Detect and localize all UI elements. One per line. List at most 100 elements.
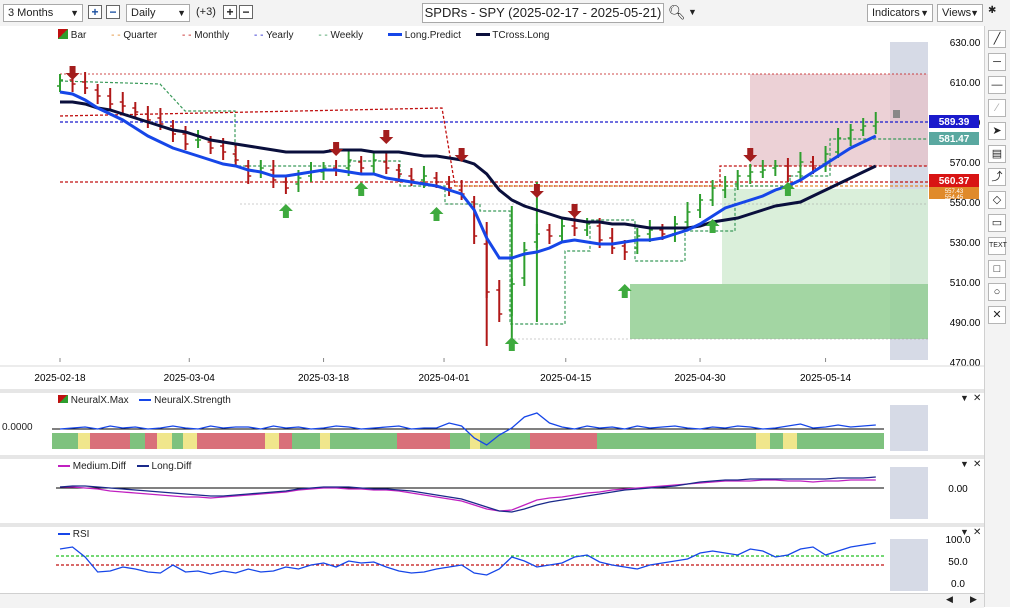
legend-long-predict[interactable]: Long.Predict: [405, 30, 461, 41]
date-axis-label: 2025-04-01: [418, 373, 470, 384]
legend-long-diff[interactable]: Long.Diff: [152, 461, 192, 472]
text-tool-icon[interactable]: TEXT: [988, 237, 1007, 255]
neuralx-segment: [265, 433, 279, 449]
symbol-title[interactable]: SPDRs - SPY (2025-02-17 - 2025-05-21): [422, 3, 664, 23]
search-icon[interactable]: 🔍︎: [668, 4, 686, 21]
interval-select[interactable]: Daily ▼: [126, 4, 190, 22]
zoom-out-button[interactable]: −: [106, 5, 120, 19]
price-axis-label: 610.00: [950, 78, 981, 89]
neuralx-segment: [197, 433, 265, 449]
legend-rsi[interactable]: RSI: [73, 529, 90, 540]
neuralx-segment: [770, 433, 783, 449]
channel-tool-icon[interactable]: ⁄: [988, 99, 1006, 117]
callout-tool-icon[interactable]: ▭: [988, 214, 1006, 232]
offset-label: (+3): [196, 6, 216, 18]
chevron-down-icon[interactable]: ▼: [688, 7, 697, 17]
legend-yearly[interactable]: Yearly: [266, 30, 293, 41]
zoom-in-button[interactable]: +: [88, 5, 102, 19]
diff-pane[interactable]: 0.00 Medium.Diff Long.Diff ▼ ✕: [0, 459, 984, 523]
legend-quarter[interactable]: Quarter: [123, 30, 157, 41]
neuralx-segment: [797, 433, 884, 449]
price-axis: 630.00610.00590.00570.00550.00530.00510.…: [950, 38, 981, 369]
neuralx-segment: [597, 433, 635, 449]
neuralx-segment: [783, 433, 797, 449]
neuralx-segment: [279, 433, 292, 449]
pane-close-icon[interactable]: ✕: [973, 527, 981, 538]
legend-neuralx-strength[interactable]: NeuralX.Strength: [154, 395, 231, 406]
rectangle-tool-icon[interactable]: □: [988, 260, 1006, 278]
pin-icon[interactable]: ✱: [988, 5, 996, 16]
period-select[interactable]: 3 Months ▼: [3, 4, 83, 22]
legend-weekly[interactable]: Weekly: [331, 30, 364, 41]
offset-minus-button[interactable]: −: [239, 5, 253, 19]
views-button[interactable]: Views ▼: [937, 4, 983, 22]
neuralx-segment: [90, 433, 130, 449]
clear-drawings-icon[interactable]: ✕: [988, 306, 1006, 324]
legend-monthly[interactable]: Monthly: [194, 30, 229, 41]
price-axis-label: 510.00: [950, 278, 981, 289]
neuralx-segment: [183, 433, 197, 449]
buy-signal-arrow: [354, 182, 369, 196]
legend-tcross-long[interactable]: TCross.Long: [492, 30, 549, 41]
fib-tool-icon[interactable]: ▤: [988, 145, 1006, 163]
line-tool-icon[interactable]: ╱: [988, 30, 1006, 48]
rsi-pane[interactable]: 100.0 50.0 0.0 RSI ▼ ✕: [0, 527, 984, 593]
date-axis-label: 2025-04-15: [540, 373, 592, 384]
legend-neuralx-max[interactable]: NeuralX.Max: [71, 395, 129, 406]
date-axis-label: 2025-05-14: [800, 373, 852, 384]
legend-bar-icon: [58, 29, 68, 39]
date-axis-label: 2025-02-18: [34, 373, 86, 384]
price-axis-label: 630.00: [950, 38, 981, 49]
note-tool-icon[interactable]: ◇: [988, 191, 1006, 209]
neuralx-segment: [130, 433, 145, 449]
toolbar: 3 Months ▼ + − Daily ▼ (+3) + − SPDRs - SP…: [0, 0, 1010, 27]
neuralx-segment: [145, 433, 157, 449]
price-axis-label: 570.00: [950, 158, 981, 169]
neuralx-segment: [450, 433, 470, 449]
price-axis-label: 470.00: [950, 358, 981, 369]
rsi-axis-50: 50.0: [948, 557, 968, 568]
price-axis-label: 490.00: [950, 318, 981, 329]
date-axis-label: 2025-04-30: [674, 373, 726, 384]
legend-medium-diff[interactable]: Medium.Diff: [73, 461, 126, 472]
rsi-legend: RSI: [58, 529, 89, 540]
indicators-button[interactable]: Indicators ▼: [867, 4, 933, 22]
offset-plus-button[interactable]: +: [223, 5, 237, 19]
neuralx-segment: [756, 433, 770, 449]
neuralx-segment: [397, 433, 450, 449]
pane-close-icon[interactable]: ✕: [973, 459, 981, 470]
scroll-right-icon[interactable]: ▶: [970, 594, 977, 605]
price-chart[interactable]: 630.00610.00590.00570.00550.00530.00510.…: [0, 26, 984, 389]
rsi-axis-0: 0.0: [951, 579, 965, 590]
last-price-tag-text: 560.37: [939, 176, 970, 187]
scroll-left-icon[interactable]: ◀: [946, 594, 953, 605]
buy-signal-arrow: [278, 204, 293, 218]
path-tool-icon[interactable]: ⤴: [988, 168, 1006, 186]
buy-signal-arrow: [504, 337, 519, 351]
pane-menu-icon[interactable]: ▼: [960, 393, 969, 403]
last-bar-marker: [893, 110, 900, 118]
pane-close-icon[interactable]: ✕: [973, 393, 981, 404]
support-zone-lower: [630, 284, 928, 339]
main-chart-pane[interactable]: 630.00610.00590.00570.00550.00530.00510.…: [0, 26, 984, 389]
sell-signal-arrow: [329, 142, 344, 156]
main-legend: Bar - - Quarter - - Monthly - - Yearly -…: [58, 29, 550, 41]
neuralx-segment: [52, 433, 78, 449]
sell-signal-arrow: [65, 66, 80, 80]
sell-signal-arrow: [379, 130, 394, 144]
yearly-tag-text: 589.39: [939, 117, 970, 128]
horizontal-line-tool-icon[interactable]: ─: [988, 53, 1006, 71]
circle-tool-icon[interactable]: ○: [988, 283, 1006, 301]
legend-bar[interactable]: Bar: [71, 30, 87, 41]
neuralx-pane[interactable]: NeuralX.Max NeuralX.Strength 0.0000 ▼ ✕: [0, 393, 984, 455]
ray-tool-icon[interactable]: —: [988, 76, 1006, 94]
rsi-chart: 100.0 50.0 0.0: [56, 535, 971, 591]
cursor-tool-icon[interactable]: ➤: [988, 122, 1006, 140]
pane-menu-icon[interactable]: ▼: [960, 459, 969, 469]
neuralx-segment: [480, 433, 530, 449]
pane-menu-icon[interactable]: ▼: [960, 527, 969, 537]
weekly-tag-text: 581.47: [939, 134, 970, 145]
horizontal-scrollbar[interactable]: ◀ ▶: [0, 593, 984, 608]
diff-axis-label: 0.00: [948, 484, 968, 495]
neuralx-segment: [635, 433, 756, 449]
